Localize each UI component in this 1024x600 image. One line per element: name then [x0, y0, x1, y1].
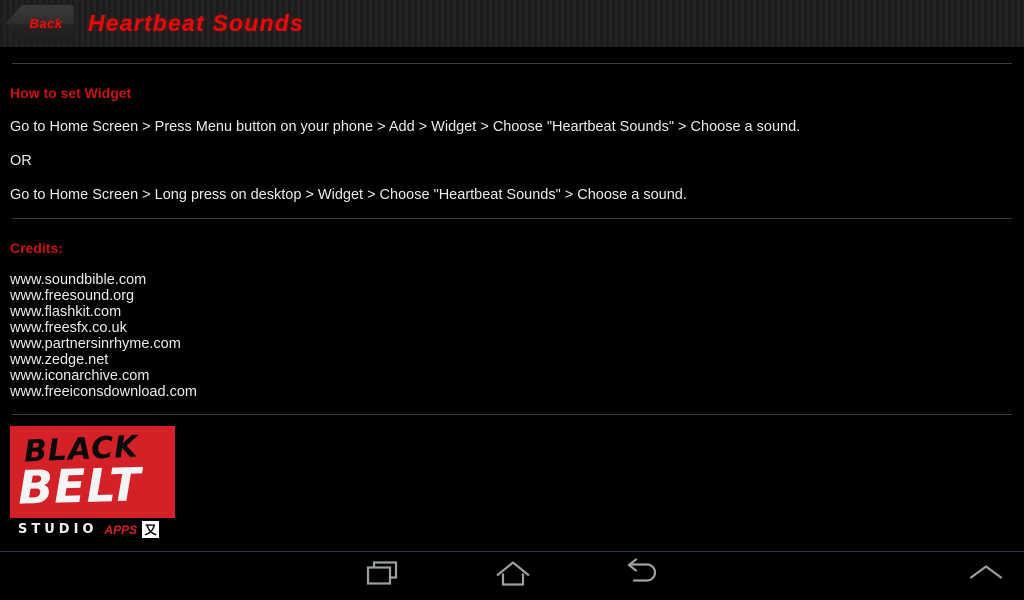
list-item: www.freesound.org [10, 288, 135, 304]
home-icon[interactable] [494, 559, 532, 594]
widget-instruction-line: Go to Home Screen > Long press on deskto… [10, 187, 687, 203]
widget-instructions-section: How to set Widget Go to Home Screen > Pr… [0, 85, 1024, 203]
divider-bottom [12, 414, 1012, 415]
list-item: www.partnersinrhyme.com [10, 336, 181, 352]
list-item: www.soundbible.com [10, 272, 147, 288]
widget-instruction-line: Go to Home Screen > Press Menu button on… [10, 119, 801, 135]
logo-bottom-strip: STUDIO APPS 又 [10, 518, 175, 541]
credits-section-heading: Credits: [10, 240, 63, 256]
chevron-up-icon[interactable] [966, 562, 1006, 591]
android-navigation-bar [0, 551, 1024, 600]
widget-instruction-separator: OR [10, 153, 32, 169]
logo-red-panel: BLACK BELT [10, 426, 175, 518]
recents-icon[interactable] [366, 559, 400, 594]
app-root: Back Heartbeat Sounds How to set Widget … [0, 0, 1024, 600]
title-bar: Back Heartbeat Sounds [0, 0, 1024, 48]
logo-word-belt: BELT [17, 457, 143, 515]
back-button[interactable]: Back [6, 4, 74, 43]
black-belt-studio-logo: BLACK BELT STUDIO APPS 又 [10, 426, 175, 541]
page-title: Heartbeat Sounds [88, 10, 305, 36]
logo-badge-icon: 又 [142, 521, 160, 538]
back-button-label: Back [29, 16, 63, 31]
list-item: www.freeiconsdownload.com [10, 384, 197, 400]
nav-bar-slots [0, 552, 1024, 600]
list-item: www.flashkit.com [10, 304, 122, 320]
content-area: How to set Widget Go to Home Screen > Pr… [0, 48, 1024, 551]
logo-word-studio: STUDIO [18, 522, 98, 537]
credits-list: www.soundbible.com www.freesound.org www… [10, 272, 1014, 400]
divider-top [12, 63, 1012, 64]
credits-section: Credits: www.soundbible.com www.freesoun… [0, 240, 1024, 400]
widget-section-heading: How to set Widget [10, 85, 132, 101]
divider-middle [12, 218, 1012, 219]
list-item: www.freesfx.co.uk [10, 320, 127, 336]
back-icon[interactable] [624, 558, 660, 594]
list-item: www.iconarchive.com [10, 368, 150, 384]
logo-word-apps: APPS [104, 522, 138, 537]
list-item: www.zedge.net [10, 352, 109, 368]
